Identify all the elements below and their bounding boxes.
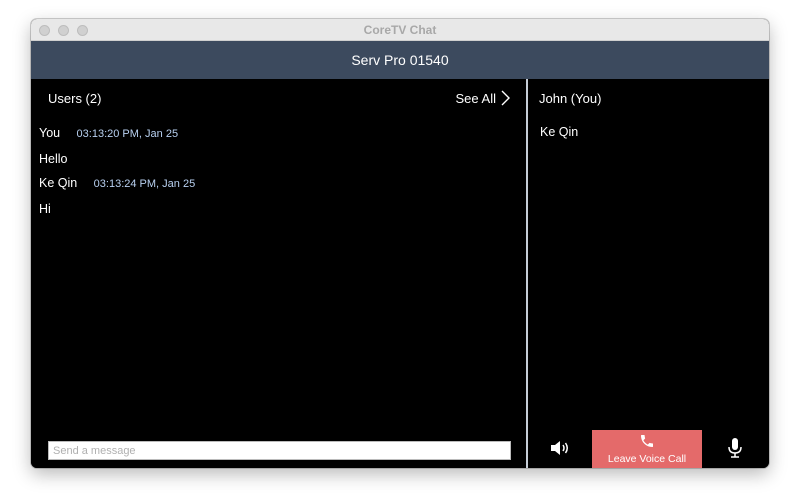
chat-header: Serv Pro 01540	[31, 41, 769, 79]
participant-item: Ke Qin	[540, 125, 579, 139]
speaker-button[interactable]	[548, 436, 572, 460]
see-all-label: See All	[455, 90, 496, 106]
message-item: Ke Qin 03:13:24 PM, Jan 25 Hi	[39, 174, 195, 216]
leave-voice-call-button[interactable]: Leave Voice Call	[592, 430, 702, 468]
window-title: CoreTV Chat	[363, 23, 437, 37]
microphone-icon	[728, 438, 742, 458]
see-all-link[interactable]: See All	[456, 90, 510, 106]
message-sender: You	[39, 126, 61, 140]
voice-panel: John (You) Ke Qin Leave Voice Call	[528, 79, 769, 468]
leave-voice-call-label: Leave Voice Call	[607, 453, 687, 465]
message-input[interactable]	[48, 441, 511, 460]
speaker-icon	[551, 441, 568, 455]
message-time: 03:13:24 PM, Jan 25	[93, 178, 196, 190]
microphone-button[interactable]	[725, 436, 745, 460]
message-time: 03:13:20 PM, Jan 25	[76, 128, 179, 140]
current-user-label: John (You)	[539, 91, 602, 106]
title-bar: CoreTV Chat	[31, 19, 769, 41]
chat-panel: Users (2) See All You 03:13:20 PM, Jan 2…	[31, 79, 526, 468]
chevron-right-icon	[501, 90, 510, 106]
app-window: CoreTV Chat Serv Pro 01540 Users (2) See…	[31, 19, 769, 468]
users-count-label: Users (2)	[48, 91, 102, 106]
message-sender: Ke Qin	[39, 176, 78, 190]
message-item: You 03:13:20 PM, Jan 25 Hello	[39, 124, 178, 166]
message-text: Hello	[39, 152, 68, 166]
message-text: Hi	[39, 202, 51, 216]
phone-icon	[641, 435, 653, 447]
